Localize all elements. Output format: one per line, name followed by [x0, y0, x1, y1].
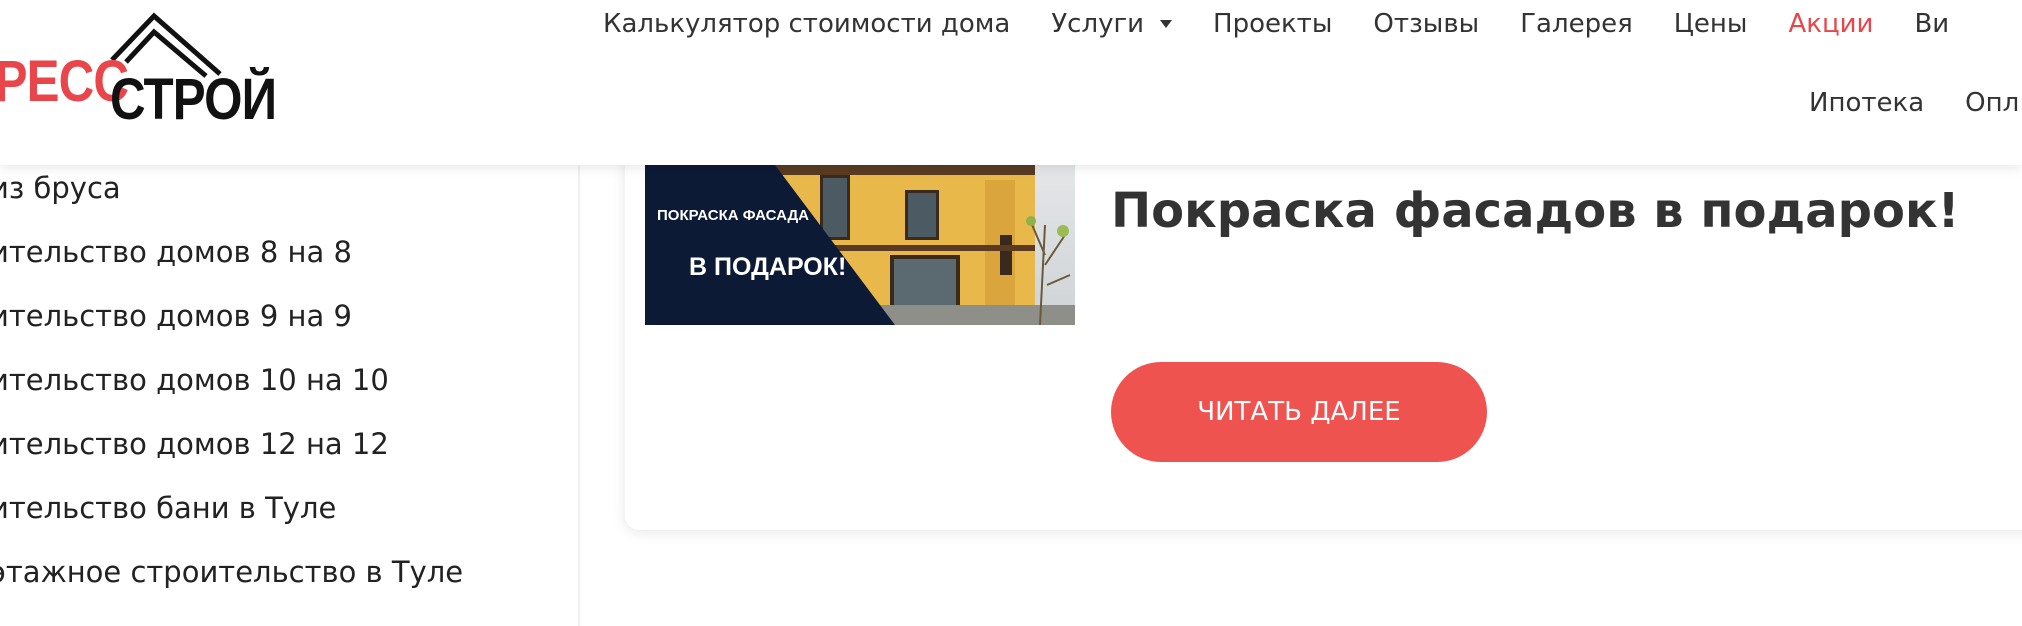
nav-payment[interactable]: Опл	[1965, 88, 2019, 118]
sidebar-item-houses-8x8[interactable]: ительство домов 8 на 8	[0, 235, 352, 269]
nav-cost-calculator[interactable]: Калькулятор стоимости дома	[603, 9, 1010, 39]
read-more-button[interactable]: ЧИТАТЬ ДАЛЕЕ	[1111, 362, 1487, 462]
logo-text-stroy: СТРОЙ	[110, 67, 277, 132]
nav-mortgage[interactable]: Ипотека	[1809, 88, 1924, 118]
logo-text-press: ПРЕСС	[0, 49, 129, 114]
nav-truncated-item[interactable]: Ви	[1914, 9, 1949, 39]
post-title[interactable]: Покраска фасадов в подарок!	[1111, 183, 1959, 239]
promo-thumbnail[interactable]: ПОКРАСКА ФАСАДА В ПОДАРОК!	[645, 165, 1075, 325]
sidebar-item-houses-9x9[interactable]: ительство домов 9 на 9	[0, 299, 352, 333]
sidebar-item-bathhouse[interactable]: ительство бани в Туле	[0, 491, 336, 525]
sidebar-item-timber-houses[interactable]: из бруса	[0, 171, 121, 205]
caret-down-icon	[1160, 20, 1173, 28]
site-logo[interactable]: ПРЕСС СТРОЙ	[0, 4, 277, 132]
nav-services-label: Услуги	[1051, 9, 1145, 39]
sidebar-item-houses-12x12[interactable]: ительство домов 12 на 12	[0, 427, 389, 461]
thumb-caption-2: В ПОДАРОК!	[689, 253, 846, 281]
facade-photo-image: ПОКРАСКА ФАСАДА В ПОДАРОК!	[645, 165, 1075, 325]
nav-services[interactable]: Услуги	[1051, 9, 1173, 39]
sidebar-item-lowrise[interactable]: этажное строительство в Туле	[0, 555, 463, 589]
nav-gallery[interactable]: Галерея	[1520, 9, 1633, 39]
nav-promotions[interactable]: Акции	[1788, 9, 1873, 39]
sidebar-item-houses-10x10[interactable]: ительство домов 10 на 10	[0, 363, 389, 397]
site-header: ПРЕСС СТРОЙ Калькулятор стоимости дома У…	[0, 0, 2022, 165]
nav-prices[interactable]: Цены	[1674, 9, 1748, 39]
main-nav-row-2: Ипотека Опл	[1809, 85, 2022, 121]
main-nav-row-1: Калькулятор стоимости дома Услуги Проект…	[603, 6, 1990, 42]
nav-projects[interactable]: Проекты	[1213, 9, 1332, 39]
sidebar-menu: из бруса ительство домов 8 на 8 ительств…	[0, 165, 580, 626]
thumb-caption-1: ПОКРАСКА ФАСАДА	[657, 207, 809, 224]
nav-reviews[interactable]: Отзывы	[1373, 9, 1479, 39]
